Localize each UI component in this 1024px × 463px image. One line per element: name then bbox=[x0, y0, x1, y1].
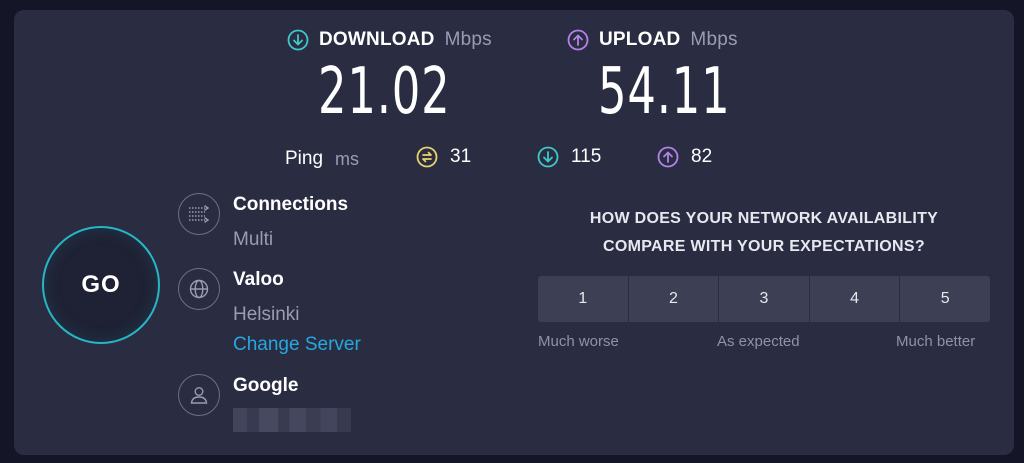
server-name: Valoo bbox=[233, 269, 284, 290]
download-label: DOWNLOAD bbox=[319, 29, 435, 50]
change-server-link[interactable]: Change Server bbox=[233, 334, 361, 356]
rating-button-1[interactable]: 1 bbox=[538, 276, 629, 322]
server-location: Helsinki bbox=[233, 304, 300, 325]
upload-header: UPLOAD Mbps bbox=[567, 29, 738, 51]
scale-high-label: Much better bbox=[896, 333, 976, 350]
user-icon bbox=[178, 374, 220, 416]
ping-upload-icon bbox=[657, 146, 679, 168]
ping-label: Ping bbox=[285, 148, 324, 169]
provider-ip-redacted bbox=[233, 408, 351, 432]
upload-speed-value: 54.11 bbox=[598, 55, 731, 129]
rating-button-4[interactable]: 4 bbox=[810, 276, 901, 322]
globe-icon bbox=[178, 268, 220, 310]
download-unit: Mbps bbox=[444, 29, 492, 50]
connections-title: Connections bbox=[233, 194, 349, 215]
upload-arrow-icon bbox=[567, 29, 589, 51]
download-speed-value: 21.02 bbox=[318, 55, 451, 129]
ping-idle-value: 31 bbox=[450, 146, 472, 167]
ping-upload: 82 bbox=[657, 146, 712, 168]
ping-download-value: 115 bbox=[571, 146, 602, 167]
survey-question: HOW DOES YOUR NETWORK AVAILABILITY COMPA… bbox=[538, 205, 990, 261]
ping-unit: ms bbox=[335, 148, 360, 169]
upload-unit: Mbps bbox=[690, 29, 738, 50]
provider-name: Google bbox=[233, 375, 299, 396]
ping-idle: 31 bbox=[416, 146, 471, 168]
scale-low-label: Much worse bbox=[538, 333, 619, 350]
scale-mid-label: As expected bbox=[717, 333, 800, 350]
rating-button-5[interactable]: 5 bbox=[900, 276, 990, 322]
upload-label: UPLOAD bbox=[599, 29, 681, 50]
survey-question-line1: HOW DOES YOUR NETWORK AVAILABILITY bbox=[589, 210, 939, 227]
rating-bar: 1 2 3 4 5 bbox=[538, 276, 990, 322]
survey-question-line2: COMPARE WITH YOUR EXPECTATIONS? bbox=[603, 238, 925, 255]
ping-upload-value: 82 bbox=[691, 146, 713, 167]
ping-download-icon bbox=[537, 146, 559, 168]
rating-button-2[interactable]: 2 bbox=[629, 276, 720, 322]
go-button[interactable]: GO bbox=[42, 226, 160, 344]
ping-download: 115 bbox=[537, 146, 601, 168]
ping-idle-icon bbox=[416, 146, 438, 168]
download-arrow-icon bbox=[287, 29, 309, 51]
ping-label-group: Ping ms bbox=[285, 148, 359, 170]
connections-value: Multi bbox=[233, 229, 274, 250]
go-button-label: GO bbox=[81, 271, 121, 298]
rating-button-3[interactable]: 3 bbox=[719, 276, 810, 322]
connections-icon bbox=[178, 193, 220, 235]
download-header: DOWNLOAD Mbps bbox=[287, 29, 492, 51]
